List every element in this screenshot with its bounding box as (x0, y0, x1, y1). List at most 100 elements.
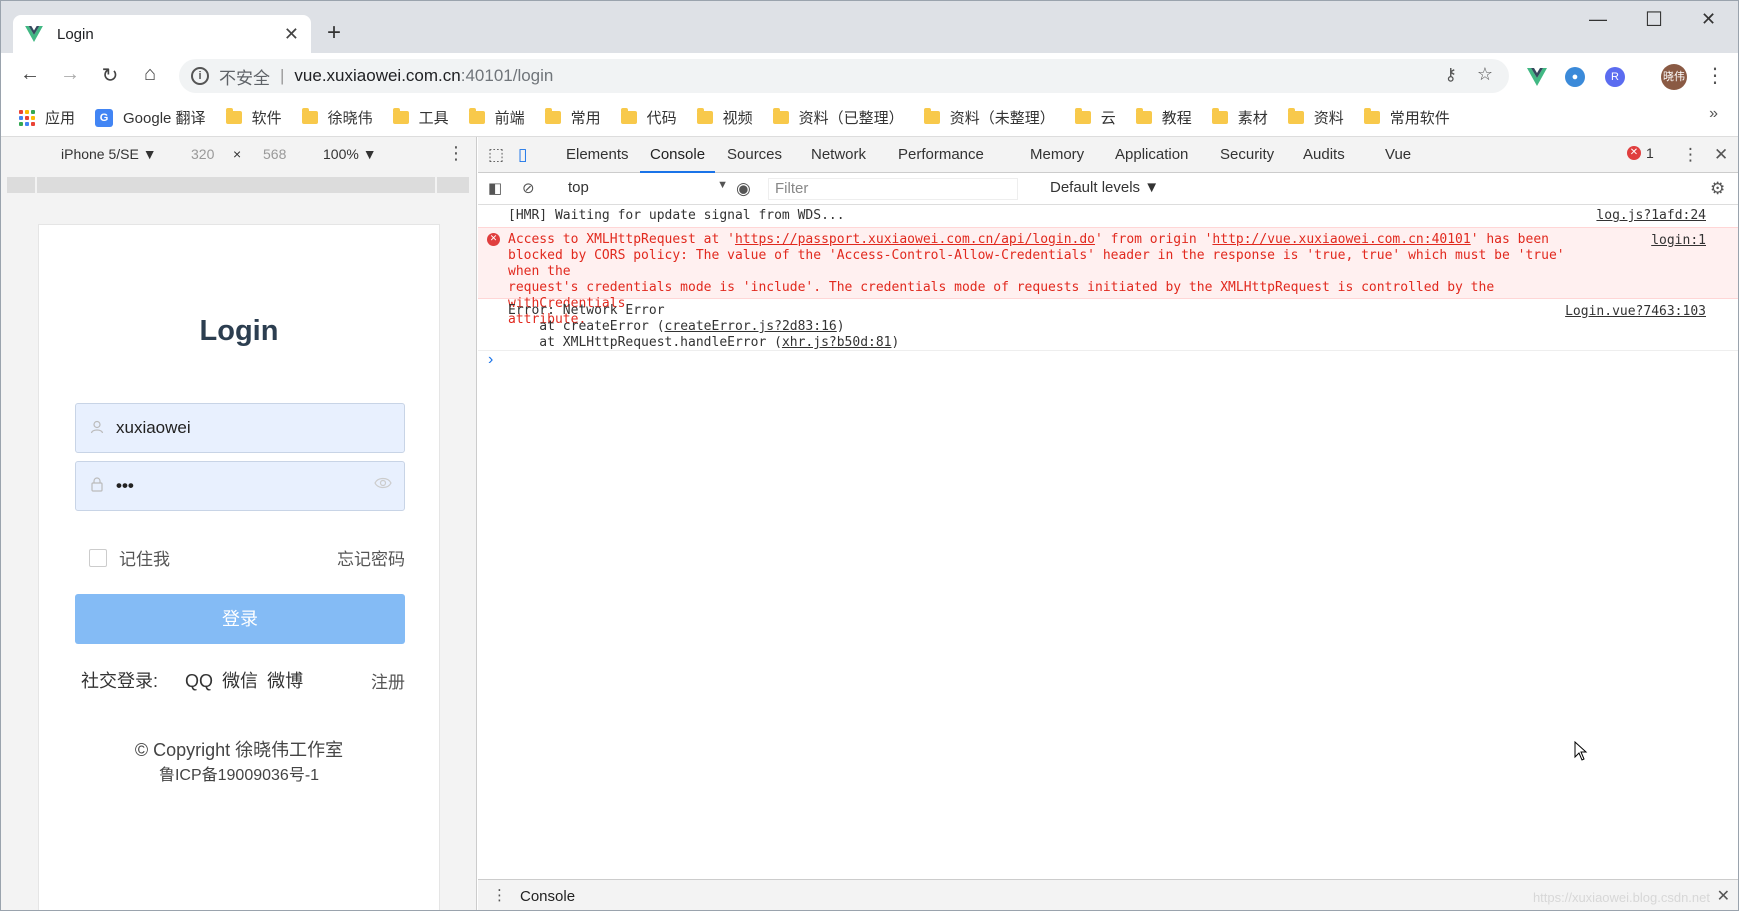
bookmark-folder[interactable]: 常用软件 (1363, 107, 1450, 128)
bookmark-folder[interactable]: 素材 (1211, 107, 1268, 128)
address-bar[interactable]: i 不安全 | vue.xuxiaowei.com.cn :40101/logi… (179, 59, 1509, 93)
folder-icon (772, 108, 789, 124)
console-prompt[interactable]: › (488, 351, 493, 369)
bookmark-folder[interactable]: 常用 (544, 107, 601, 128)
device-select[interactable]: iPhone 5/SE ▼ (61, 146, 157, 162)
inspect-element-icon[interactable]: ⬚ (488, 145, 504, 165)
remember-checkbox[interactable] (89, 548, 107, 567)
weibo-login-link[interactable]: 微博 (267, 671, 303, 691)
drawer-more-icon[interactable]: ⋮ (492, 886, 507, 904)
media-query-ruler[interactable] (7, 177, 471, 193)
minimize-icon[interactable]: — (1589, 9, 1607, 30)
ruler-segment[interactable] (437, 177, 471, 193)
icp-number[interactable]: 鲁ICP备19009036号-1 (39, 763, 439, 789)
bookmark-folder[interactable]: 徐晓伟 (301, 107, 373, 128)
new-tab-button[interactable]: + (327, 19, 341, 47)
console-filter-input[interactable]: Filter (768, 178, 1018, 200)
menu-kebab-icon[interactable]: ⋮ (1705, 63, 1725, 88)
stack-frame-link[interactable]: xhr.js?b50d:81 (782, 335, 892, 350)
device-more-icon[interactable]: ⋮ (447, 143, 465, 164)
live-expression-eye-icon[interactable]: ◉ (736, 179, 751, 199)
console-source-link[interactable]: login:1 (1651, 232, 1706, 250)
folder-icon (468, 108, 485, 124)
avatar[interactable]: 晓伟 (1661, 64, 1687, 90)
forward-icon[interactable]: → (57, 63, 83, 86)
bookmark-folder[interactable]: 软件 (225, 107, 282, 128)
browser-tab[interactable]: Login ✕ (13, 15, 311, 53)
bookmark-folder[interactable]: 资料（已整理） (772, 107, 904, 128)
ruler-segment[interactable] (37, 177, 437, 193)
device-height-input[interactable]: 568 (263, 146, 286, 162)
bookmark-label: 徐晓伟 (327, 110, 373, 127)
username-input[interactable]: xuxiaowei (75, 403, 405, 453)
console-source-link[interactable]: log.js?1afd:24 (1596, 207, 1706, 225)
console-source-link[interactable]: Login.vue?7463:103 (1565, 303, 1706, 321)
tab-sources[interactable]: Sources (727, 146, 782, 163)
devtools-tabbar: ⬚ ▯ Elements Console Sources Network Per… (478, 137, 1738, 173)
bookmark-folder[interactable]: 前端 (468, 107, 525, 128)
tab-elements[interactable]: Elements (566, 146, 629, 163)
bookmark-folder[interactable]: 资料（未整理） (923, 107, 1055, 128)
tab-performance[interactable]: Performance (898, 146, 984, 163)
log-levels-select[interactable]: Default levels ▼ (1050, 179, 1159, 196)
vue-devtools-extension-icon[interactable] (1527, 68, 1547, 86)
tab-memory[interactable]: Memory (1030, 146, 1084, 163)
tab-console[interactable]: Console (639, 146, 716, 173)
context-select[interactable]: top ▼ (568, 179, 738, 196)
bookmark-folder[interactable]: 工具 (392, 107, 449, 128)
error-url-link[interactable]: https://passport.xuxiaowei.com.cn/api/lo… (735, 232, 1095, 247)
tab-application[interactable]: Application (1115, 146, 1188, 163)
bookmarks-overflow-button[interactable]: » (1709, 105, 1718, 123)
tab-network[interactable]: Network (811, 146, 866, 163)
console-settings-gear-icon[interactable]: ⚙ (1710, 179, 1725, 199)
context-value: top (568, 179, 589, 196)
clear-console-icon[interactable]: ⊘ (522, 179, 535, 197)
device-toggle-icon[interactable]: ▯ (518, 145, 527, 165)
close-window-icon[interactable]: ✕ (1701, 9, 1716, 30)
bookmark-folder[interactable]: 云 (1074, 107, 1116, 128)
devtools-close-icon[interactable]: ✕ (1714, 145, 1728, 165)
device-width-input[interactable]: 320 (191, 146, 214, 162)
drawer-close-icon[interactable]: ✕ (1717, 886, 1730, 906)
console-error-message: ✕ Access to XMLHttpRequest at 'https://p… (478, 227, 1738, 327)
bookmark-google-translate[interactable]: G Google 翻译 (95, 107, 206, 128)
maximize-icon[interactable]: ☐ (1645, 7, 1663, 32)
reload-icon[interactable]: ↻ (97, 63, 123, 88)
home-icon[interactable]: ⌂ (137, 63, 163, 86)
bookmark-folder[interactable]: 代码 (620, 107, 677, 128)
password-input[interactable]: ••• (75, 461, 405, 511)
show-password-icon[interactable] (374, 476, 392, 494)
error-url-link[interactable]: http://vue.xuxiaowei.com.cn:40101 (1212, 232, 1470, 247)
folder-icon (1363, 108, 1380, 124)
r-extension-icon[interactable]: R (1605, 67, 1625, 87)
key-icon[interactable]: ⚷ (1445, 65, 1457, 85)
forgot-password-link[interactable]: 忘记密码 (337, 545, 405, 570)
remember-me[interactable]: 记住我 (89, 545, 170, 570)
tab-vue[interactable]: Vue (1385, 146, 1411, 163)
tab-security[interactable]: Security (1220, 146, 1274, 163)
wechat-login-link[interactable]: 微信 (222, 671, 258, 691)
close-tab-icon[interactable]: ✕ (284, 24, 299, 45)
login-button[interactable]: 登录 (75, 594, 405, 644)
qq-login-link[interactable]: QQ (185, 671, 213, 691)
back-icon[interactable]: ← (17, 63, 43, 86)
drawer-tab-console[interactable]: Console (520, 888, 575, 905)
bookmark-folder[interactable]: 教程 (1135, 107, 1192, 128)
ruler-segment[interactable] (7, 177, 37, 193)
error-count-badge[interactable]: ✕ 1 (1627, 145, 1654, 161)
error-icon: ✕ (487, 233, 500, 246)
stack-frame-link[interactable]: createError.js?2d83:16 (665, 319, 837, 334)
tab-audits[interactable]: Audits (1303, 146, 1345, 163)
star-icon[interactable]: ☆ (1477, 64, 1493, 85)
device-emulation-pane: iPhone 5/SE ▼ 320 × 568 100% ▼ ⋮ Login x… (1, 137, 477, 910)
globe-extension-icon[interactable]: ● (1565, 67, 1585, 87)
bookmark-folder[interactable]: 资料 (1287, 107, 1344, 128)
bookmark-folder[interactable]: 视频 (696, 107, 753, 128)
site-info-icon[interactable]: i (191, 67, 209, 85)
zoom-select[interactable]: 100% ▼ (323, 146, 377, 162)
bookmark-apps[interactable]: 应用 (19, 107, 75, 128)
bookmark-label: 资料（已整理） (798, 110, 904, 127)
sidebar-toggle-icon[interactable]: ◧ (488, 179, 502, 197)
register-link[interactable]: 注册 (371, 668, 405, 693)
devtools-more-icon[interactable]: ⋮ (1682, 145, 1699, 165)
